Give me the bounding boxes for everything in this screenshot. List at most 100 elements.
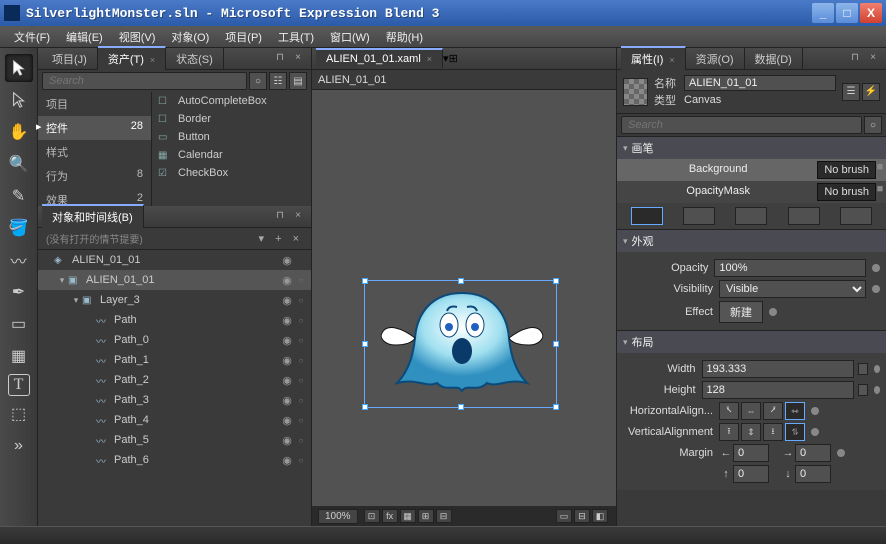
visibility-eye-icon[interactable]: ◉ <box>279 374 295 387</box>
tab-objects-timeline[interactable]: 对象和时间线(B) <box>42 204 144 228</box>
tree-row[interactable]: 〰Path◉○ <box>38 310 311 330</box>
tree-toggle-icon[interactable]: ▾ <box>56 275 68 286</box>
asset-item[interactable]: ☑CheckBox <box>152 164 311 182</box>
tree-row[interactable]: 〰Path_6◉○ <box>38 450 311 470</box>
tree-row[interactable]: 〰Path_3◉○ <box>38 390 311 410</box>
brush-solid-icon[interactable] <box>683 207 715 225</box>
design-view-icon[interactable]: ▭ <box>556 509 572 523</box>
visibility-eye-icon[interactable]: ◉ <box>279 254 295 267</box>
visibility-eye-icon[interactable]: ◉ <box>279 454 295 467</box>
property-marker-icon[interactable] <box>837 449 845 457</box>
rectangle-tool[interactable]: ▭ <box>5 310 33 338</box>
menu-project[interactable]: 项目(P) <box>217 29 270 45</box>
menu-help[interactable]: 帮助(H) <box>378 29 431 45</box>
property-marker-icon[interactable] <box>769 308 777 316</box>
zoom-tool[interactable]: 🔍 <box>5 150 33 178</box>
valign-center-button[interactable]: ⇕ <box>741 423 761 441</box>
pen-tool[interactable]: ✒ <box>5 278 33 306</box>
tab-project[interactable]: 项目(J) <box>42 48 98 70</box>
visibility-eye-icon[interactable]: ◉ <box>279 334 295 347</box>
lock-dot-icon[interactable]: ○ <box>295 396 307 405</box>
panel-pin-icon[interactable]: ⊓ <box>848 52 862 66</box>
brush-opacitymask-row[interactable]: OpacityMask No brush ■ <box>617 181 886 203</box>
effect-new-button[interactable]: 新建 <box>719 301 763 323</box>
direct-select-tool[interactable] <box>5 86 33 114</box>
zoom-value[interactable]: 100% <box>318 509 358 524</box>
maximize-button[interactable]: □ <box>836 3 858 23</box>
name-input[interactable] <box>684 75 836 91</box>
selection-tool[interactable] <box>5 54 33 82</box>
cat-styles[interactable]: 样式 <box>38 140 151 164</box>
search-clear-icon[interactable]: ○ <box>249 72 267 90</box>
view-list-icon[interactable]: ☷ <box>269 72 287 90</box>
property-marker-icon[interactable] <box>874 386 880 394</box>
lock-dot-icon[interactable]: ○ <box>295 416 307 425</box>
search-clear-icon[interactable]: ○ <box>864 116 882 134</box>
eyedropper-tool[interactable]: ✎ <box>5 182 33 210</box>
visibility-eye-icon[interactable]: ◉ <box>279 434 295 447</box>
lock-dot-icon[interactable]: ○ <box>295 336 307 345</box>
margin-bottom-input[interactable] <box>795 465 831 483</box>
asset-item[interactable]: ▭Button <box>152 128 311 146</box>
asset-tool[interactable]: ⬚ <box>5 400 33 428</box>
lock-dot-icon[interactable]: ○ <box>295 276 307 285</box>
cat-controls[interactable]: 控件28 <box>38 116 151 140</box>
section-layout[interactable]: 布局 <box>617 331 886 353</box>
events-view-icon[interactable]: ⚡ <box>862 83 880 101</box>
property-marker-icon[interactable] <box>811 407 819 415</box>
height-input[interactable] <box>702 381 854 399</box>
auto-toggle-icon[interactable] <box>858 363 868 375</box>
lock-dot-icon[interactable]: ○ <box>295 296 307 305</box>
tab-resources[interactable]: 资源(O) <box>686 48 745 70</box>
more-tools[interactable]: » <box>5 432 33 460</box>
close-button[interactable]: X <box>860 3 882 23</box>
menu-view[interactable]: 视图(V) <box>111 29 164 45</box>
design-canvas[interactable]: ALIEN_01_01 <box>312 70 616 506</box>
tree-row[interactable]: ▾▣ALIEN_01_01◉○ <box>38 270 311 290</box>
visibility-eye-icon[interactable]: ◉ <box>279 414 295 427</box>
brush-resource-icon[interactable] <box>840 207 872 225</box>
tree-row[interactable]: ◈ALIEN_01_01◉ <box>38 250 311 270</box>
brush-tool[interactable]: 〰 <box>5 246 33 274</box>
panel-close-icon[interactable]: × <box>291 210 305 224</box>
properties-search-input[interactable] <box>621 116 862 134</box>
tab-data[interactable]: 数据(D) <box>745 48 803 70</box>
snap-toggle-icon[interactable]: ⊞ <box>418 509 434 523</box>
asset-item[interactable]: ☐AutoCompleteBox <box>152 92 311 110</box>
tree-row[interactable]: 〰Path_1◉○ <box>38 350 311 370</box>
auto-toggle-icon[interactable] <box>858 384 868 396</box>
visibility-eye-icon[interactable]: ◉ <box>279 314 295 327</box>
grid-toggle-icon[interactable]: ▦ <box>400 509 416 523</box>
panel-close-icon[interactable]: × <box>291 52 305 66</box>
tree-row[interactable]: 〰Path_5◉○ <box>38 430 311 450</box>
tree-toggle-icon[interactable]: ▾ <box>70 295 82 306</box>
properties-view-icon[interactable]: ☰ <box>842 83 860 101</box>
halign-left-button[interactable]: ⭶ <box>719 402 739 420</box>
pan-tool[interactable]: ✋ <box>5 118 33 146</box>
visibility-select[interactable]: Visible <box>719 280 866 298</box>
tab-states[interactable]: 状态(S) <box>166 48 224 70</box>
valign-bottom-button[interactable]: ⭳ <box>763 423 783 441</box>
grid-tool[interactable]: ▦ <box>5 342 33 370</box>
menu-tools[interactable]: 工具(T) <box>270 29 322 45</box>
breadcrumb[interactable]: ALIEN_01_01 <box>312 70 616 90</box>
tab-assets[interactable]: 资产(T)× <box>98 46 166 70</box>
menu-window[interactable]: 窗口(W) <box>322 29 378 45</box>
brush-none-icon[interactable] <box>631 207 663 225</box>
lock-dot-icon[interactable]: ○ <box>295 316 307 325</box>
visibility-eye-icon[interactable]: ◉ <box>279 394 295 407</box>
halign-right-button[interactable]: ⭷ <box>763 402 783 420</box>
section-appearance[interactable]: 外观 <box>617 230 886 252</box>
valign-stretch-button[interactable]: ⥮ <box>785 423 805 441</box>
lock-dot-icon[interactable]: ○ <box>295 456 307 465</box>
zoom-fit-icon[interactable]: ⊡ <box>364 509 380 523</box>
tree-row[interactable]: 〰Path_2◉○ <box>38 370 311 390</box>
text-tool[interactable]: T <box>8 374 30 396</box>
property-marker-icon[interactable] <box>874 365 880 373</box>
tab-properties[interactable]: 属性(I)× <box>621 46 686 70</box>
document-tab[interactable]: ALIEN_01_01.xaml× <box>316 48 443 68</box>
margin-top-input[interactable] <box>733 465 769 483</box>
visibility-eye-icon[interactable]: ◉ <box>279 274 295 287</box>
lock-dot-icon[interactable]: ○ <box>295 376 307 385</box>
margin-left-input[interactable] <box>733 444 769 462</box>
